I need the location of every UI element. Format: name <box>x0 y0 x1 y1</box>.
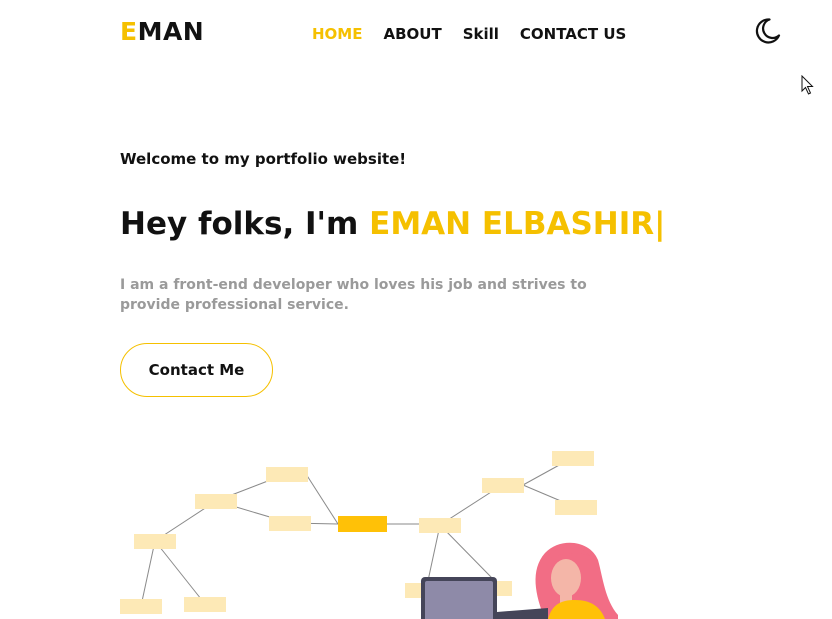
laptop <box>421 577 548 619</box>
site-logo[interactable]: EMAN <box>120 15 204 49</box>
hero-description: I am a front-end developer who loves his… <box>120 277 587 313</box>
person-figure <box>535 542 618 619</box>
mouse-cursor-icon <box>801 75 814 95</box>
nav-skill[interactable]: Skill <box>463 24 499 44</box>
developer-illustration <box>120 451 618 619</box>
logo-rest: MAN <box>137 17 205 46</box>
welcome-text: Welcome to my portfolio website! <box>120 150 407 168</box>
nav-contact-us[interactable]: CONTACT US <box>520 24 626 44</box>
main-nav: HOME ABOUT Skill CONTACT US <box>312 24 626 44</box>
nav-home[interactable]: HOME <box>312 24 362 44</box>
contact-me-button[interactable]: Contact Me <box>120 343 273 397</box>
hero-heading: Hey folks, I'm EMAN ELBASHIR| <box>120 203 665 245</box>
hero-greeting: Hey folks, I'm <box>120 206 370 242</box>
moon-icon[interactable] <box>752 16 782 46</box>
logo-initial: E <box>120 17 138 46</box>
nav-about[interactable]: ABOUT <box>383 24 441 44</box>
hero-name: EMAN ELBASHIR| <box>369 206 666 242</box>
mindmap-nodes <box>120 451 597 614</box>
